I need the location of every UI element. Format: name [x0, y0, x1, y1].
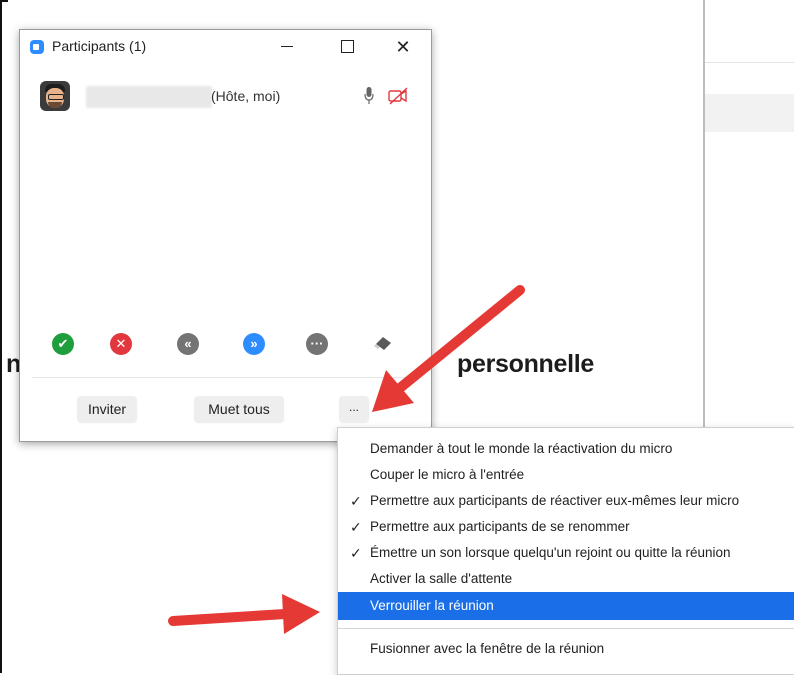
video-off-icon[interactable] [387, 87, 409, 105]
maximize-icon [340, 40, 354, 54]
more-options-button[interactable]: ... [339, 396, 369, 422]
minimize-button[interactable] [273, 34, 301, 60]
background-separator [705, 62, 794, 63]
close-button[interactable]: ✕ [389, 34, 417, 60]
participant-row[interactable]: (Hôte, moi) [20, 80, 431, 114]
close-icon: ✕ [395, 37, 411, 57]
check-icon: ✓ [350, 519, 362, 535]
participant-role: (Hôte, moi) [211, 88, 281, 104]
participant-name-blurred [86, 86, 212, 108]
check-icon: ✓ [350, 493, 362, 509]
eraser-icon[interactable] [374, 336, 392, 352]
menu-item-allow-rename[interactable]: ✓ Permettre aux participants de se renom… [338, 514, 794, 540]
menu-item-ask-unmute[interactable]: Demander à tout le monde la réactivation… [338, 436, 794, 462]
menu-item-lock-meeting[interactable]: Verrouiller la réunion [338, 592, 794, 620]
no-reaction-button[interactable]: ✕ [110, 333, 132, 355]
go-faster-reaction-button[interactable]: » [243, 333, 265, 355]
maximize-button[interactable] [333, 34, 361, 60]
zoom-app-icon [30, 40, 44, 54]
menu-item-chime-on-join-leave[interactable]: ✓ Émettre un son lorsque quelqu'un rejoi… [338, 540, 794, 566]
participants-window: Participants (1) ✕ (Hôte, moi) ✔ ✕ « » ·… [19, 29, 432, 442]
window-title: Participants (1) [52, 38, 147, 54]
title-bar: Participants (1) ✕ [20, 30, 431, 64]
background-band [705, 94, 794, 132]
yes-reaction-button[interactable]: ✔ [52, 333, 74, 355]
menu-item-mute-on-entry[interactable]: Couper le micro à l'entrée [338, 462, 794, 488]
invite-button[interactable]: Inviter [77, 396, 137, 422]
menu-item-waiting-room[interactable]: Activer la salle d'attente [338, 566, 794, 592]
minimize-icon [281, 46, 293, 48]
mute-all-button[interactable]: Muet tous [194, 396, 284, 422]
avatar [40, 81, 70, 111]
microphone-icon[interactable] [364, 86, 374, 106]
check-icon: ✓ [350, 545, 362, 561]
background-heading: personnelle [457, 350, 595, 378]
menu-separator [338, 628, 794, 629]
menu-item-allow-unmute-self[interactable]: ✓ Permettre aux participants de réactive… [338, 488, 794, 514]
go-slower-reaction-button[interactable]: « [177, 333, 199, 355]
menu-item-merge-window[interactable]: Fusionner avec la fenêtre de la réunion [338, 636, 794, 662]
panel-divider [32, 377, 418, 378]
more-options-menu: Demander à tout le monde la réactivation… [337, 427, 794, 675]
more-reaction-button[interactable]: ··· [306, 333, 328, 355]
nonverbal-feedback-bar: ✔ ✕ « » ··· [20, 330, 431, 360]
